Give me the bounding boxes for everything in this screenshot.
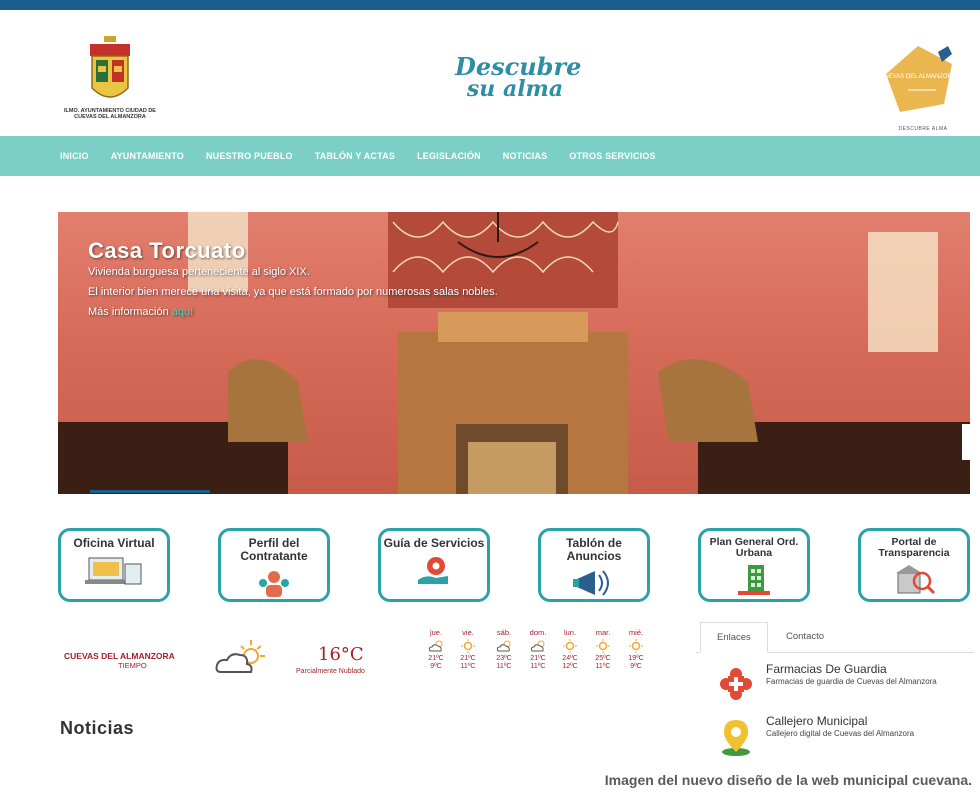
image-caption: Imagen del nuevo diseño de la web munici… [604,772,972,788]
megaphone-icon [573,570,609,596]
crest-logo[interactable] [80,36,140,108]
sun-icon [596,639,610,653]
link-farmacias[interactable]: Farmacias De Guardia Farmacias de guardi… [696,662,974,706]
top-bar [0,0,980,10]
tab-contacto[interactable]: Contacto [770,622,840,651]
crest-text: ILMO. AYUNTAMIENTO CIUDAD DE CUEVAS DEL … [64,108,156,120]
hero-line2: El interior bien merece una visita, ya q… [88,286,498,298]
forecast-day-label: mié. [628,628,644,637]
forecast-max: 23ºC [496,655,512,662]
news-heading: Noticias [60,718,135,738]
cloud-sun-icon [530,640,545,652]
hero-pagination [58,490,970,494]
oficina-virtual-label: Oficina Virtual [73,536,155,550]
tagline-line1: Descubre [455,52,582,81]
nav-item-nuestro-pueblo[interactable]: NUESTRO PUEBLO [206,151,293,161]
hero-next-arrow[interactable] [962,424,970,460]
forecast-min: 12ºC [562,663,578,670]
forecast-min: 9ºC [430,663,442,670]
forecast-day: mié. 19ºC 9ºC [620,628,652,671]
weather-desc: Parcialmente Nublado [296,668,365,675]
forecast-max: 21ºC [530,655,546,662]
weather-label: TIEMPO [118,661,147,670]
guia-servicios-button[interactable]: Guía de Servicios [378,528,490,602]
forecast-min: 11ºC [530,663,546,670]
hero-dot-active[interactable] [90,490,210,493]
forecast-day-label: sáb. [496,628,512,637]
forecast-day: dom. 21ºC 11ºC [522,628,554,671]
forecast-day-label: vie. [462,628,474,637]
tagline-line2: su alma [466,76,564,102]
forecast-min: 11ºC [496,663,512,670]
plan-general-label: Plan General Ord. Urbana [709,536,799,559]
nav-item-otros-servicios[interactable]: OTROS SERVICIOS [569,151,655,161]
sun-icon [563,639,577,653]
nav-item-inicio[interactable]: INICIO [60,151,89,161]
nav-item-legislacion[interactable]: LEGISLACIÓN [417,151,481,161]
forecast-min: 11ºC [595,663,611,670]
weather-city: CUEVAS DEL ALMANZORA [64,651,175,661]
nav-item-tablon-actas[interactable]: TABLÓN Y ACTAS [315,151,395,161]
links-panel: Enlaces Contacto Farmacias De Guardia Fa… [696,622,974,763]
magnifier-building-icon [896,565,936,595]
weather-temp: 16°C [318,644,364,665]
badge-subtext: DESCUBRE ALMA [898,126,948,132]
forecast-day: jue. 21ºC 9ºC [420,628,452,671]
perfil-contratante-button[interactable]: Perfil del Contratante [218,528,330,602]
links-tabs: Enlaces Contacto [696,622,974,653]
forecast-min: 11ºC [460,663,476,670]
portal-transparencia-button[interactable]: Portal de Transparencia [858,528,970,602]
oficina-virtual-button[interactable]: Oficina Virtual [58,528,170,602]
cloud-sun-icon [215,640,265,673]
forecast-max: 21ºC [460,655,476,662]
map-pin-icon [722,720,750,756]
sun-icon [629,639,643,653]
link-farmacias-title: Farmacias De Guardia [766,662,887,676]
tab-enlaces[interactable]: Enlaces [700,622,768,653]
forecast-max: 25ºC [595,655,611,662]
cloud-sun-icon [428,640,443,652]
forecast-day-label: lun. [563,628,577,637]
forecast-day-label: jue. [429,628,443,637]
hero-more-link[interactable]: aquí [172,306,193,318]
forecast-day: sáb. 23ºC 11ºC [488,628,520,671]
brand-badge[interactable]: CUEVAS DEL ALMANZORA [878,40,958,120]
gear-hand-icon [418,557,448,584]
link-callejero-desc: Callejero digital de Cuevas del Almanzor… [766,729,915,738]
guia-servicios-label: Guía de Servicios [383,536,485,550]
forecast-max: 21ºC [428,655,444,662]
forecast-max: 19ºC [628,655,644,662]
hero-title: Casa Torcuato [88,238,246,263]
nav-item-noticias[interactable]: NOTICIAS [503,151,548,161]
badge-text: CUEVAS DEL ALMANZORA [880,74,956,80]
plan-general-button[interactable]: Plan General Ord. Urbana [698,528,810,602]
sun-icon [461,639,475,653]
nav-item-ayuntamiento[interactable]: AYUNTAMIENTO [111,151,184,161]
main-nav: INICIO AYUNTAMIENTO NUESTRO PUEBLO TABLÓ… [0,136,980,176]
link-callejero[interactable]: Callejero Municipal Callejero digital de… [696,714,974,758]
forecast-max: 24ºC [562,655,578,662]
cloud-sun-icon [496,640,511,652]
link-callejero-title: Callejero Municipal [766,714,868,728]
forecast-day-label: mar. [595,628,611,637]
link-farmacias-desc: Farmacias de guardia de Cuevas del Alman… [766,677,937,686]
tablon-anuncios-label: Tablón de Anuncios [566,536,622,563]
pharmacy-icon [720,668,752,700]
site-tagline: Descubre su alma [455,52,582,102]
tablon-anuncios-button[interactable]: Tablón de Anuncios [538,528,650,602]
portal-transparencia-label: Portal de Transparencia [878,536,950,559]
hero-line1: Vivienda burguesa perteneciente al siglo… [88,266,310,278]
people-icon [259,571,289,597]
building-icon [738,565,770,595]
forecast-day: vie. 21ºC 11ºC [452,628,484,671]
forecast-day-label: dom. [529,628,547,637]
forecast-day: lun. 24ºC 12ºC [554,628,586,671]
forecast-day: mar. 25ºC 11ºC [587,628,619,671]
forecast-min: 9ºC [630,663,642,670]
perfil-contratante-label: Perfil del Contratante [240,536,308,563]
hero-more-text: Más información [88,306,169,318]
hero-more: Más información aquí [88,306,193,318]
laptop-icon [85,557,142,585]
